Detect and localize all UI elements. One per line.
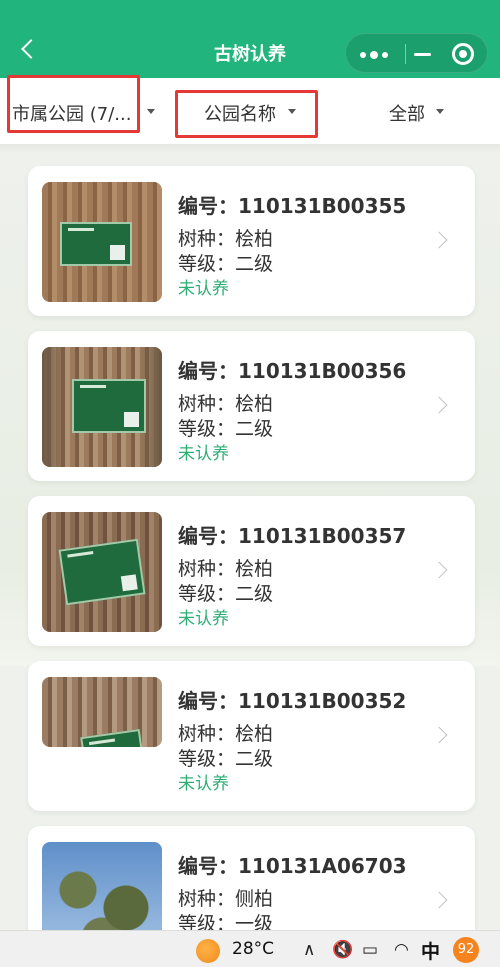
tree-grade: 等级：二级 <box>178 253 274 275</box>
chevron-right-icon <box>430 231 448 249</box>
tree-photo <box>42 512 162 632</box>
tree-species: 树种：桧柏 <box>178 393 274 415</box>
caret-down-icon <box>436 109 444 114</box>
chevron-right-icon <box>430 396 448 414</box>
adoption-status: 未认养 <box>178 444 229 464</box>
tree-species: 树种：侧柏 <box>178 888 274 910</box>
highlight-box <box>175 90 318 138</box>
tree-grade: 等级：二级 <box>178 418 274 440</box>
target-close-icon[interactable] <box>452 43 474 65</box>
tree-grade: 等级：二级 <box>178 748 274 770</box>
capsule-divider <box>405 44 406 64</box>
chevron-up-icon[interactable]: ∧ <box>303 940 315 960</box>
chevron-right-icon <box>430 726 448 744</box>
minimize-icon[interactable] <box>408 46 438 62</box>
tree-grade: 等级：一级 <box>178 913 274 930</box>
tree-card[interactable]: 编号：110131A06703 树种：侧柏 等级：一级 <box>28 826 475 930</box>
system-taskbar: 28°C ∧ 🔇 ▭ ◠ 中 92 <box>0 930 500 967</box>
adoption-status: 未认养 <box>178 609 229 629</box>
more-dots-icon[interactable] <box>360 47 390 61</box>
tree-card[interactable]: 编号：110131B00356 树种：桧柏 等级：二级 未认养 <box>28 331 475 481</box>
filter-bar: 市属公园 (7/... 公园名称 全部 <box>0 75 500 144</box>
chevron-right-icon <box>430 891 448 909</box>
tree-code: 编号：110131B00357 <box>178 524 407 548</box>
caret-down-icon <box>147 109 155 114</box>
battery-icon[interactable]: ▭ <box>362 940 378 960</box>
tree-photo <box>42 182 162 302</box>
filter-label: 全部 <box>389 104 425 125</box>
adoption-status: 未认养 <box>178 774 229 794</box>
tree-card[interactable]: 编号：110131B00352 树种：桧柏 等级：二级 未认养 <box>28 661 475 811</box>
tree-species: 树种：桧柏 <box>178 228 274 250</box>
temperature[interactable]: 28°C <box>232 939 274 959</box>
tree-code: 编号：110131B00356 <box>178 359 407 383</box>
tree-code: 编号：110131B00355 <box>178 194 407 218</box>
filter-status[interactable]: 全部 <box>380 78 460 144</box>
tree-photo <box>42 347 162 467</box>
adoption-status: 未认养 <box>178 279 229 299</box>
mini-program-capsule <box>345 33 488 73</box>
notification-badge[interactable]: 92 <box>453 937 479 963</box>
app-header: 古树认养 <box>0 0 500 78</box>
tree-code: 编号：110131B00352 <box>178 689 407 713</box>
tree-species: 树种：桧柏 <box>178 723 274 745</box>
tree-photo <box>42 842 162 930</box>
filter-shadow <box>0 144 500 154</box>
tree-grade: 等级：二级 <box>178 583 274 605</box>
speaker-mute-icon[interactable]: 🔇 <box>332 940 353 960</box>
tree-card[interactable]: 编号：110131B00355 树种：桧柏 等级：二级 未认养 <box>28 166 475 316</box>
tree-photo <box>42 677 162 747</box>
highlight-box <box>7 75 140 133</box>
wifi-icon[interactable]: ◠ <box>394 940 409 960</box>
tree-code: 编号：110131A06703 <box>178 854 407 878</box>
weather-sun-icon[interactable] <box>196 939 220 963</box>
tree-card[interactable]: 编号：110131B00357 树种：桧柏 等级：二级 未认养 <box>28 496 475 646</box>
chevron-right-icon <box>430 561 448 579</box>
tree-species: 树种：桧柏 <box>178 558 274 580</box>
ime-indicator[interactable]: 中 <box>421 937 440 964</box>
